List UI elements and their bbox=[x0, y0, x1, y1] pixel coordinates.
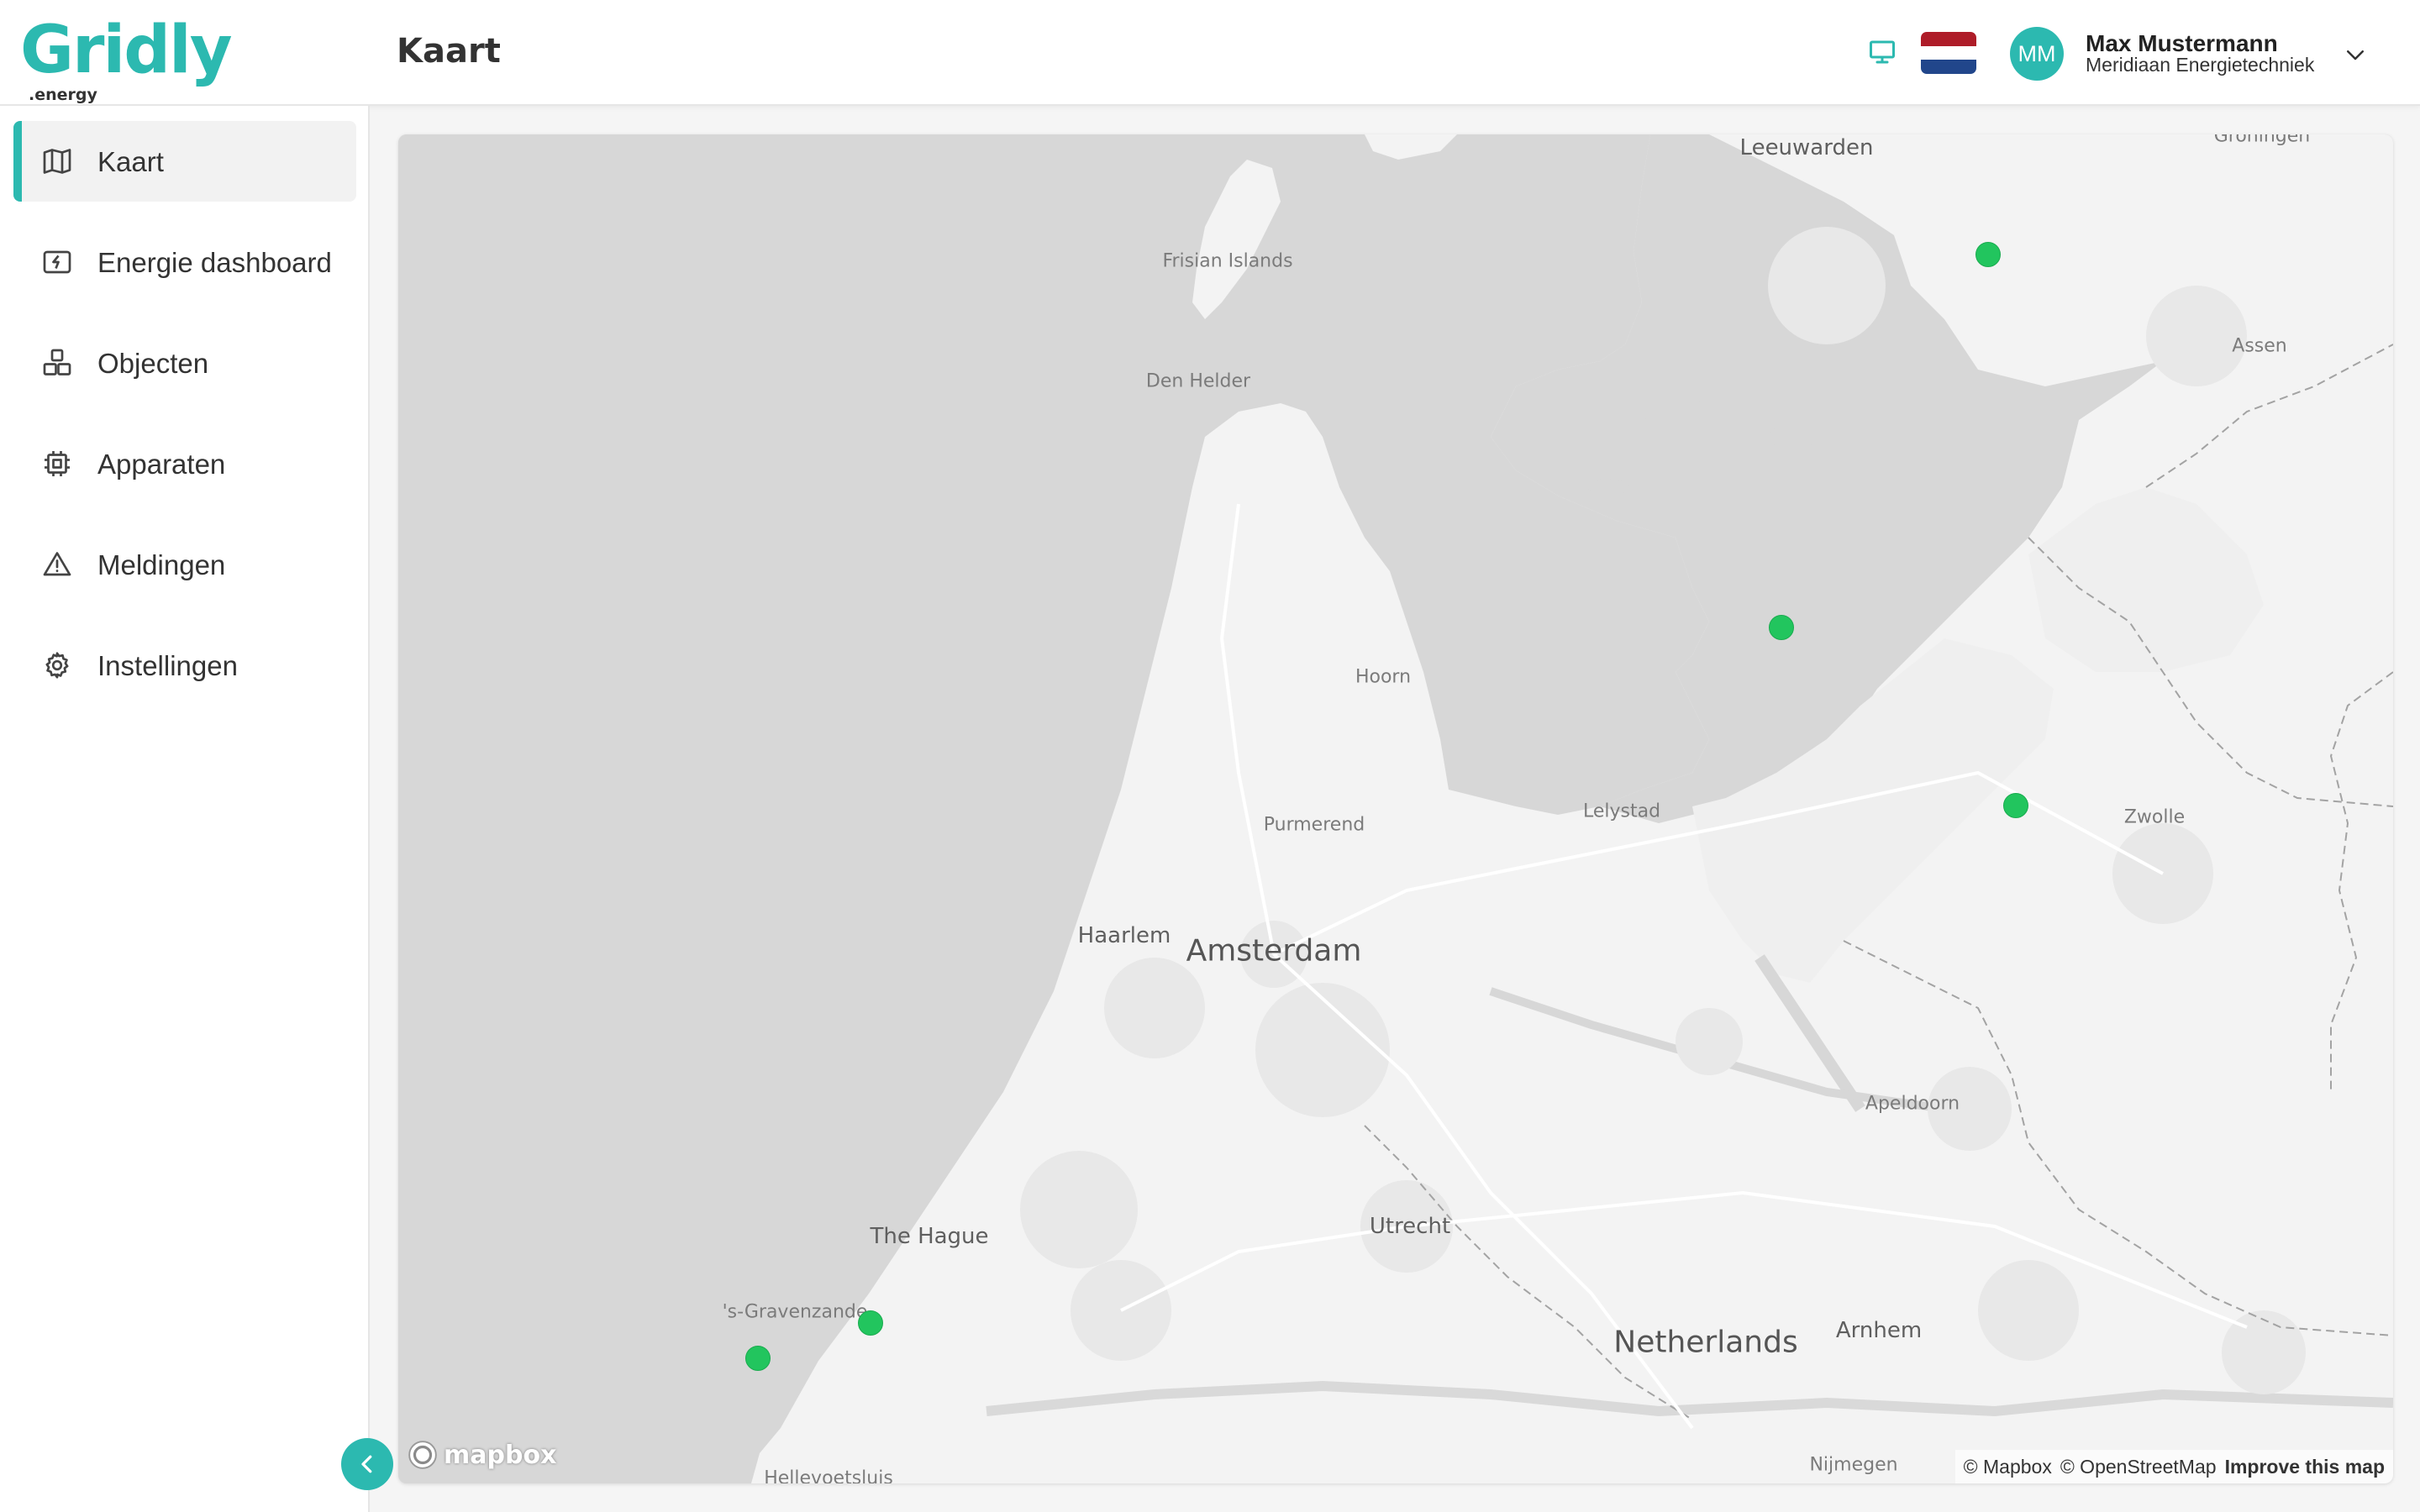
gridly-logo[interactable]: Gridly .energy bbox=[20, 13, 233, 104]
sidebar-item-label: Meldingen bbox=[97, 549, 226, 580]
sidebar-item-kaart[interactable]: Kaart bbox=[13, 121, 356, 202]
map-label: Leeuwarden bbox=[1739, 135, 1874, 160]
location-marker[interactable] bbox=[858, 1310, 883, 1336]
sidebar-item-apparaten[interactable]: Apparaten bbox=[13, 423, 356, 504]
map-label: Purmerend bbox=[1263, 814, 1365, 836]
warning-icon bbox=[43, 552, 71, 576]
map-label: Hellevoetsluis bbox=[764, 1467, 893, 1484]
map-canvas[interactable] bbox=[398, 134, 2393, 1483]
user-organization: Meridiaan Energietechniek bbox=[2086, 54, 2315, 76]
chevron-left-icon bbox=[361, 1455, 372, 1473]
location-marker[interactable] bbox=[1769, 615, 1794, 640]
sidebar-item-objecten[interactable]: Objecten bbox=[13, 323, 356, 403]
map-label: Utrecht bbox=[1369, 1214, 1451, 1239]
map-icon bbox=[43, 149, 71, 174]
map-label: Netherlands bbox=[1613, 1325, 1798, 1360]
monitor-icon[interactable] bbox=[1867, 37, 1897, 67]
sidebar-item-instellingen[interactable]: Instellingen bbox=[13, 625, 356, 706]
mapbox-icon bbox=[408, 1441, 437, 1469]
sidebar-item-label: Apparaten bbox=[97, 449, 226, 480]
avatar[interactable]: MM bbox=[2010, 27, 2064, 81]
map-label: 's-Gravenzande bbox=[722, 1301, 868, 1323]
sidebar-item-energie-dashboard[interactable]: Energie dashboard bbox=[13, 222, 356, 302]
improve-map-link[interactable]: Improve this map bbox=[2225, 1456, 2385, 1478]
gear-icon bbox=[45, 652, 69, 679]
collapse-sidebar-button[interactable] bbox=[341, 1438, 393, 1490]
map-label: Nijmegen bbox=[1809, 1454, 1898, 1476]
map-label: Lelystad bbox=[1582, 801, 1661, 822]
sidebar: Kaart Energie dashboard Objecten Apparat… bbox=[0, 106, 370, 1512]
map-label: Den Helder bbox=[1145, 370, 1251, 392]
netherlands-flag-icon[interactable] bbox=[1921, 32, 1976, 74]
osm-attribution-link[interactable]: © OpenStreetMap bbox=[2060, 1456, 2217, 1478]
energy-dashboard-icon bbox=[43, 250, 71, 274]
logo-suffix: .energy bbox=[29, 86, 97, 104]
chevron-down-icon[interactable] bbox=[2343, 42, 2368, 67]
sidebar-item-label: Objecten bbox=[97, 348, 209, 379]
map-label: Groningen bbox=[2213, 134, 2311, 147]
map-label: Hoorn bbox=[1355, 666, 1412, 688]
sidebar-item-meldingen[interactable]: Meldingen bbox=[13, 524, 356, 605]
location-marker[interactable] bbox=[745, 1346, 771, 1371]
map-view[interactable]: Leeuwarden Groningen Frisian Islands Den… bbox=[398, 134, 2393, 1483]
mapbox-attribution-link[interactable]: © Mapbox bbox=[1964, 1456, 2052, 1478]
map-label: Amsterdam bbox=[1186, 933, 1362, 969]
objects-icon bbox=[43, 349, 71, 375]
map-label: Arnhem bbox=[1835, 1318, 1923, 1343]
map-label: Haarlem bbox=[1077, 923, 1171, 948]
sidebar-item-label: Energie dashboard bbox=[97, 247, 332, 278]
map-label: Zwolle bbox=[2123, 806, 2186, 828]
logo-wordmark: Gridly bbox=[20, 13, 233, 88]
location-marker[interactable] bbox=[2003, 793, 2028, 818]
map-attribution: © Mapbox © OpenStreetMap Improve this ma… bbox=[1954, 1450, 2393, 1483]
map-label: Apeldoorn bbox=[1865, 1093, 1960, 1115]
mapbox-wordmark: mapbox bbox=[444, 1440, 557, 1470]
mapbox-logo[interactable]: mapbox bbox=[407, 1439, 556, 1471]
sidebar-item-label: Instellingen bbox=[97, 650, 238, 681]
map-label: The Hague bbox=[870, 1224, 989, 1249]
top-bar: Gridly .energy Kaart MM Max Mustermann M… bbox=[0, 0, 2420, 106]
chip-icon bbox=[45, 451, 70, 476]
location-marker[interactable] bbox=[1975, 242, 2001, 267]
map-label: Assen bbox=[2232, 335, 2287, 357]
map-label: Frisian Islands bbox=[1162, 250, 1293, 272]
page-title: Kaart bbox=[397, 32, 501, 71]
sidebar-item-label: Kaart bbox=[97, 146, 164, 177]
